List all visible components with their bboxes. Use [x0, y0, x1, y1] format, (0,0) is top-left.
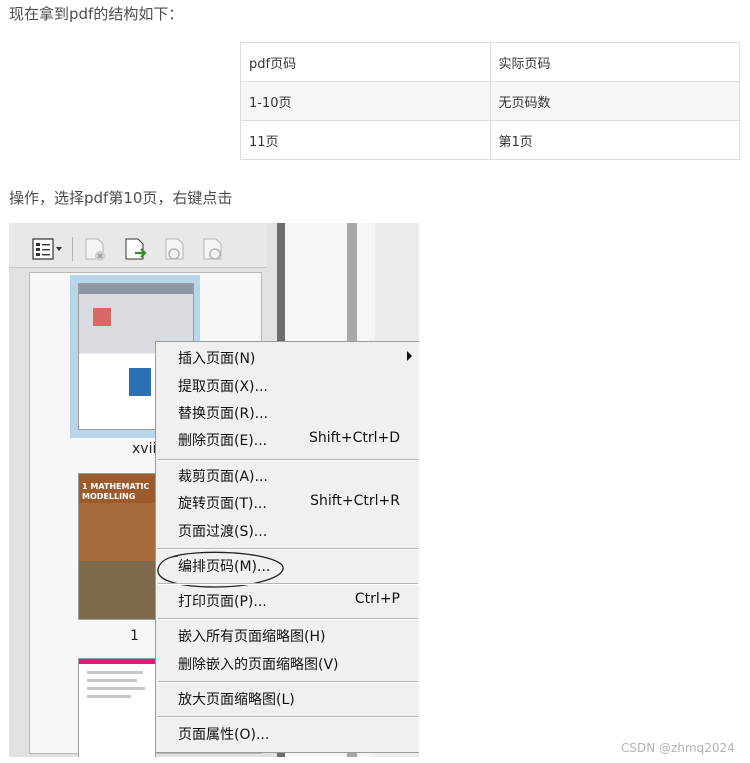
table-cell: 11页	[240, 120, 491, 160]
menu-separator	[158, 583, 418, 585]
menu-separator	[158, 618, 418, 620]
menu-item-label: 替换页面(R)...	[178, 406, 269, 422]
menu-item-label: 页面过渡(S)...	[178, 524, 268, 540]
thumbnail-graphic	[93, 308, 111, 326]
menu-item-shortcut: Shift+Ctrl+R	[310, 493, 400, 509]
table-cell: 1-10页	[240, 81, 491, 121]
table-header-row: pdf页码 实际页码	[240, 42, 740, 82]
menu-item-enlarge-thumbnails[interactable]: 放大页面缩略图(L)	[156, 685, 419, 711]
table-header: 实际页码	[489, 42, 740, 82]
menu-item-label: 旋转页面(T)...	[178, 496, 267, 512]
menu-item-shortcut: Shift+Ctrl+D	[309, 430, 400, 446]
menu-item-rotate-page[interactable]: 旋转页面(T)... Shift+Ctrl+R	[156, 489, 419, 515]
menu-item-label: 删除嵌入的页面缩略图(V)	[178, 657, 339, 673]
step-text: 操作，选择pdf第10页，右键点击	[9, 189, 233, 207]
submenu-arrow-icon	[407, 351, 412, 361]
menu-item-insert-page[interactable]: 插入页面(N)	[156, 344, 419, 370]
menu-item-page-transition[interactable]: 页面过渡(S)...	[156, 517, 419, 543]
page-thumbnail[interactable]: 1 MATHEMATIC MODELLING	[78, 473, 156, 620]
csdn-watermark: CSDN @zhmq2024	[621, 741, 735, 755]
menu-separator	[158, 459, 418, 461]
table-cell: 第1页	[489, 120, 740, 160]
thumbnail-text-line	[87, 679, 137, 682]
menu-item-extract-page[interactable]: 提取页面(X)...	[156, 372, 419, 398]
rotate-page-right-icon[interactable]	[201, 237, 225, 261]
acrobat-screenshot: xvii 1 MATHEMATIC MODELLING 1 插入页面(N) 提取…	[9, 223, 419, 757]
menu-separator	[158, 681, 418, 683]
page-thumbnail[interactable]	[78, 658, 156, 757]
menu-item-page-properties[interactable]: 页面属性(O)...	[156, 720, 419, 746]
table-header: pdf页码	[240, 42, 491, 82]
thumbnail-label: xvii	[132, 441, 157, 457]
thumbnail-title: 1 MATHEMATIC MODELLING	[82, 482, 150, 501]
menu-item-crop-page[interactable]: 裁剪页面(A)...	[156, 462, 419, 488]
menu-item-shortcut: Ctrl+P	[354, 591, 400, 607]
thumbnail-toolbar	[9, 223, 267, 268]
page-context-menu: 插入页面(N) 提取页面(X)... 替换页面(R)... 删除页面(E)...…	[155, 341, 419, 753]
menu-separator	[158, 716, 418, 718]
menu-item-delete-page[interactable]: 删除页面(E)... Shift+Ctrl+D	[156, 426, 419, 452]
menu-item-label: 插入页面(N)	[178, 351, 256, 367]
thumbnail-text-line	[87, 687, 145, 690]
menu-item-replace-page[interactable]: 替换页面(R)...	[156, 399, 419, 425]
menu-separator	[158, 548, 418, 550]
table-row: 1-10页 无页码数	[240, 81, 740, 121]
table-cell: 无页码数	[489, 81, 740, 121]
menu-item-remove-embedded-thumbnails[interactable]: 删除嵌入的页面缩略图(V)	[156, 650, 419, 676]
hand-drawn-circle-annotation	[157, 551, 284, 588]
menu-item-label: 放大页面缩略图(L)	[178, 692, 295, 708]
thumbnail-text-line	[87, 671, 143, 674]
table-row: 11页 第1页	[240, 120, 740, 160]
insert-page-icon[interactable]	[123, 237, 147, 261]
menu-item-label: 嵌入所有页面缩略图(H)	[178, 629, 326, 645]
menu-item-label: 删除页面(E)...	[178, 433, 268, 449]
delete-page-icon[interactable]	[83, 237, 107, 261]
menu-item-print-page[interactable]: 打印页面(P)... Ctrl+P	[156, 587, 419, 613]
thumbnail-options-icon[interactable]	[31, 237, 62, 261]
menu-item-embed-thumbnails[interactable]: 嵌入所有页面缩略图(H)	[156, 622, 419, 648]
thumbnail-label: 1	[130, 628, 139, 644]
menu-item-label: 裁剪页面(A)...	[178, 469, 268, 485]
rotate-page-left-icon[interactable]	[163, 237, 187, 261]
menu-item-label: 提取页面(X)...	[178, 379, 268, 395]
intro-text: 现在拿到pdf的结构如下：	[9, 5, 184, 23]
toolbar-divider	[72, 237, 73, 261]
menu-item-label: 打印页面(P)...	[178, 594, 267, 610]
page-mapping-table: pdf页码 实际页码 1-10页 无页码数 11页 第1页	[240, 42, 740, 160]
menu-item-label: 页面属性(O)...	[178, 727, 270, 743]
thumbnail-graphic	[129, 368, 151, 396]
thumbnail-text-line	[87, 695, 131, 698]
